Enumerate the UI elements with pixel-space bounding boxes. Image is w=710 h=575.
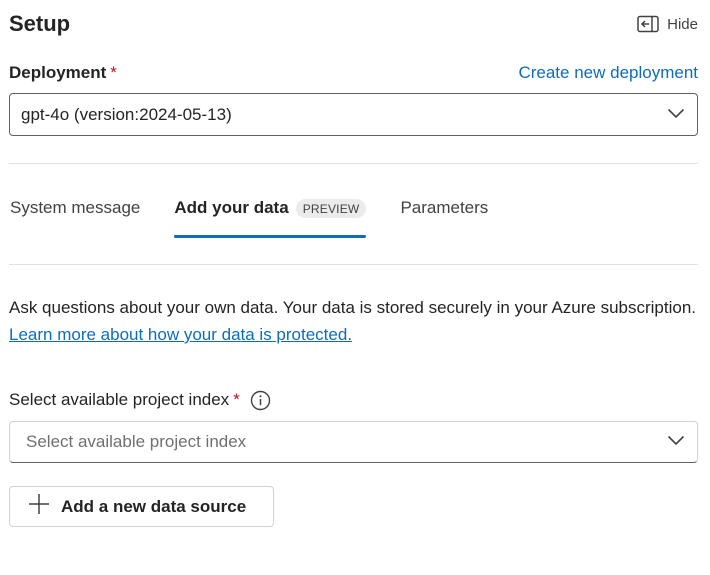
- deployment-label-text: Deployment: [9, 63, 107, 82]
- deployment-label-row: Deployment * Create new deployment: [9, 61, 698, 85]
- tab-system-message[interactable]: System message: [9, 190, 140, 238]
- divider: [9, 163, 698, 164]
- hide-label: Hide: [667, 15, 698, 33]
- tab-list: System message Add your data PREVIEW Par…: [9, 190, 488, 240]
- tab-parameters[interactable]: Parameters: [400, 190, 488, 238]
- deployment-dropdown[interactable]: gpt-4o (version:2024-05-13): [9, 93, 698, 136]
- description-text: Ask questions about your own data. Your …: [9, 298, 697, 317]
- active-tab-indicator: [174, 235, 367, 238]
- tab-add-your-data[interactable]: Add your data PREVIEW: [174, 190, 367, 238]
- panel-collapse-icon: [637, 15, 659, 33]
- page-title: Setup: [9, 11, 71, 36]
- required-mark: *: [233, 390, 240, 409]
- tab-label: Add your data: [174, 198, 289, 217]
- add-data-source-button[interactable]: Add a new data source: [9, 486, 274, 527]
- project-index-placeholder: Select available project index: [26, 432, 247, 451]
- setup-header: Setup Hide: [9, 8, 698, 40]
- required-mark: *: [110, 63, 117, 82]
- chevron-down-icon: [667, 106, 685, 124]
- learn-more-link[interactable]: Learn more about how your data is protec…: [9, 325, 352, 344]
- setup-panel: Setup Hide Deployment * Create new deploy…: [0, 0, 710, 575]
- project-index-label-text: Select available project index: [9, 390, 230, 409]
- tab-label: System message: [10, 198, 141, 217]
- add-data-source-label: Add a new data source: [61, 496, 247, 516]
- project-index-label-row: Select available project index *: [9, 387, 271, 413]
- info-icon[interactable]: [250, 390, 271, 411]
- project-index-dropdown[interactable]: Select available project index: [9, 421, 698, 463]
- deployment-label: Deployment *: [9, 63, 117, 83]
- hide-button[interactable]: Hide: [637, 15, 698, 33]
- tab-label: Parameters: [400, 198, 489, 217]
- deployment-selected-value: gpt-4o (version:2024-05-13): [21, 104, 232, 124]
- plus-icon: [28, 493, 50, 520]
- project-index-label: Select available project index *: [9, 390, 240, 410]
- divider: [9, 264, 698, 265]
- data-description: Ask questions about your own data. Your …: [9, 294, 699, 348]
- preview-badge: PREVIEW: [295, 199, 367, 218]
- chevron-down-icon: [667, 433, 685, 451]
- create-deployment-link[interactable]: Create new deployment: [518, 63, 698, 83]
